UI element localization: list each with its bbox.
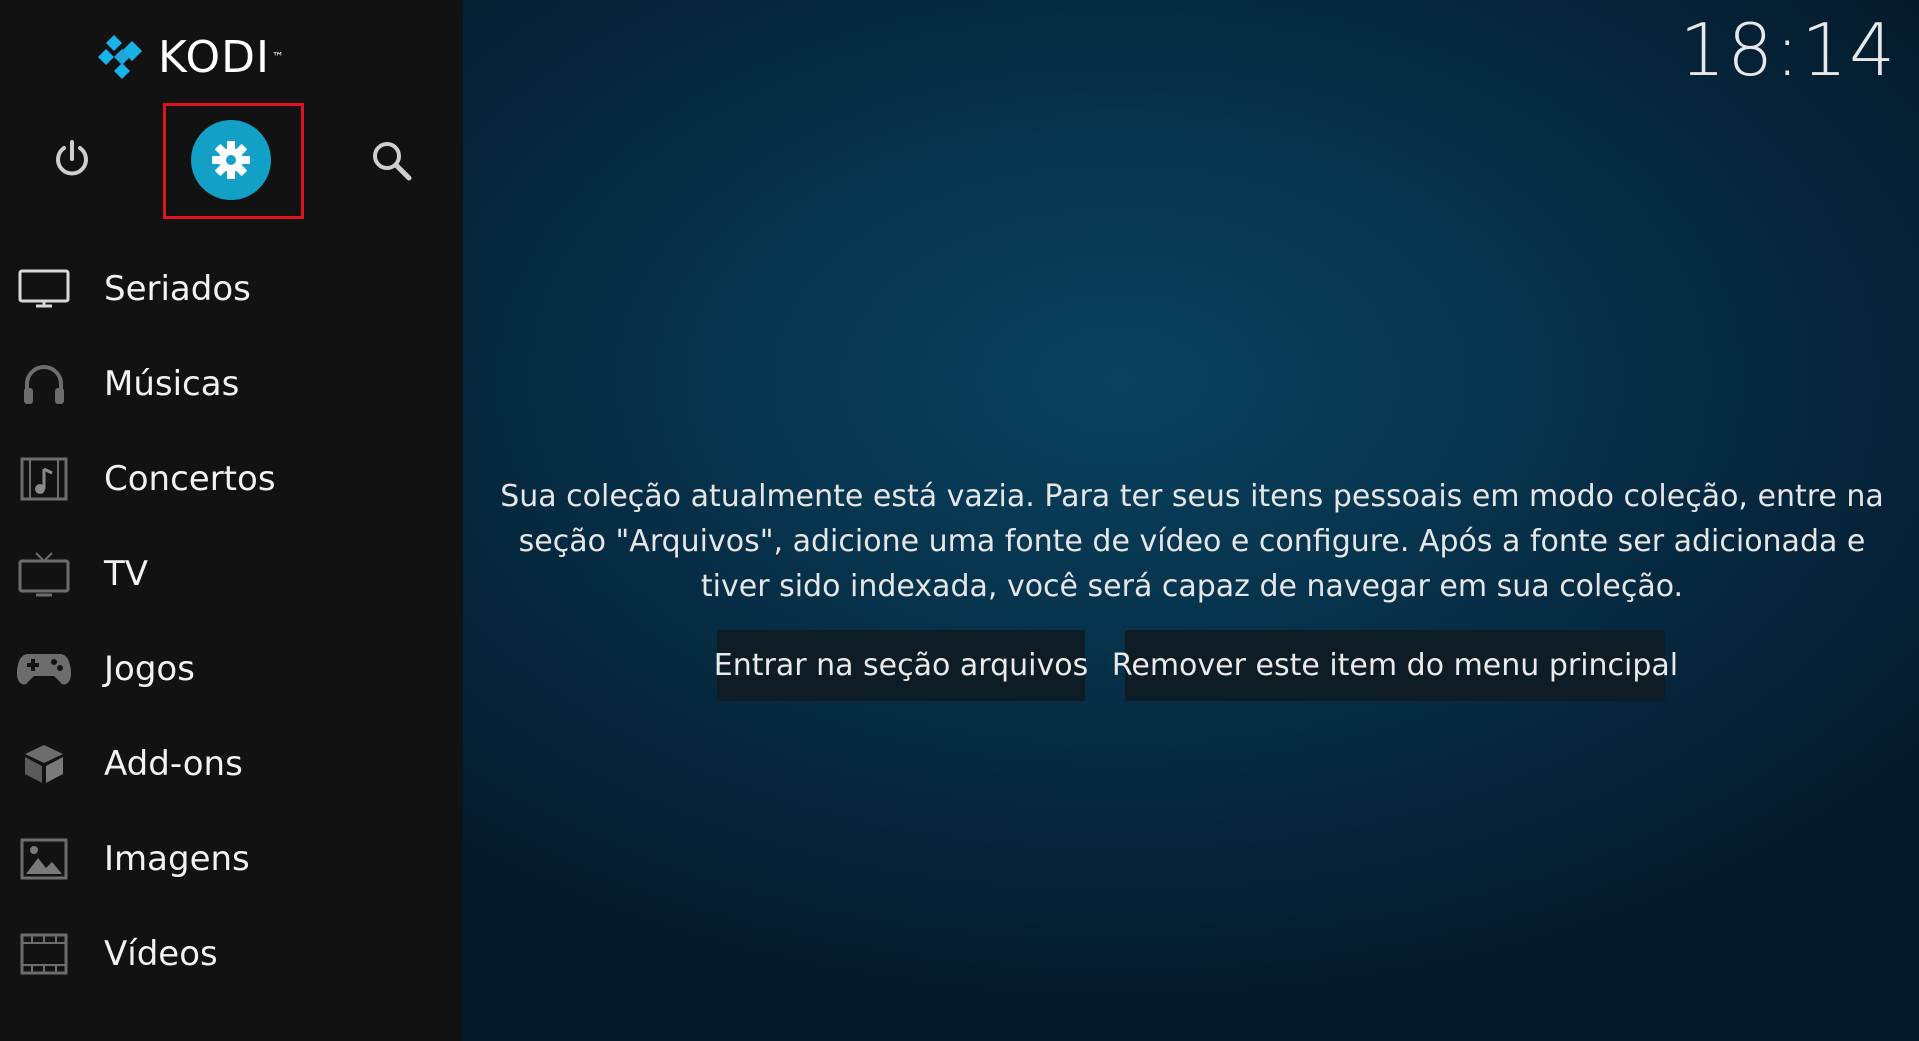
enter-files-section-button[interactable]: Entrar na seção arquivos xyxy=(714,630,1088,701)
sidebar-item-musicas[interactable]: Músicas xyxy=(0,344,463,424)
tv-icon xyxy=(16,261,72,317)
sidebar-item-jogos[interactable]: Jogos xyxy=(0,629,463,709)
sidebar-item-label: Seriados xyxy=(104,269,251,309)
kodi-app: KODI ™ Seriados Músicas Concertos TV Jog… xyxy=(0,0,1919,1041)
settings-button[interactable] xyxy=(191,120,271,200)
search-button[interactable] xyxy=(364,133,420,189)
sidebar: KODI ™ Seriados Músicas Concertos TV Jog… xyxy=(0,0,463,1041)
sidebar-item-addons[interactable]: Add-ons xyxy=(0,724,463,804)
remove-menu-item-button[interactable]: Remover este item do menu principal xyxy=(1112,630,1678,701)
headphones-icon xyxy=(16,356,72,412)
gamepad-icon xyxy=(16,641,72,697)
sidebar-item-label: Concertos xyxy=(104,459,276,499)
sidebar-item-label: Add-ons xyxy=(104,744,243,784)
sidebar-item-label: TV xyxy=(104,554,149,594)
sidebar-item-tv[interactable]: TV xyxy=(0,534,463,614)
sidebar-item-seriados[interactable]: Seriados xyxy=(0,249,463,329)
sidebar-item-imagens[interactable]: Imagens xyxy=(0,819,463,899)
sidebar-item-label: Músicas xyxy=(104,364,240,404)
clock: 18:14 xyxy=(1679,8,1897,92)
kodi-logo-icon xyxy=(98,35,142,79)
power-icon xyxy=(56,140,88,176)
film-icon xyxy=(16,926,72,982)
sidebar-item-concertos[interactable]: Concertos xyxy=(0,439,463,519)
search-icon xyxy=(373,142,412,181)
sidebar-item-label: Jogos xyxy=(104,649,195,689)
sidebar-item-label: Vídeos xyxy=(104,934,218,974)
antenna-tv-icon xyxy=(16,546,72,602)
music-video-icon xyxy=(16,451,72,507)
kodi-logo: KODI ™ xyxy=(92,30,284,84)
kodi-logo-text: KODI xyxy=(158,31,270,83)
gear-icon xyxy=(212,141,250,179)
sidebar-item-videos[interactable]: Vídeos xyxy=(0,914,463,994)
box-icon xyxy=(16,736,72,792)
sidebar-item-label: Imagens xyxy=(104,839,250,879)
trademark-mark: ™ xyxy=(271,50,284,64)
empty-library-message: Sua coleção atualmente está vazia. Para … xyxy=(500,479,1884,604)
power-button[interactable] xyxy=(46,133,98,185)
image-icon xyxy=(16,831,72,887)
